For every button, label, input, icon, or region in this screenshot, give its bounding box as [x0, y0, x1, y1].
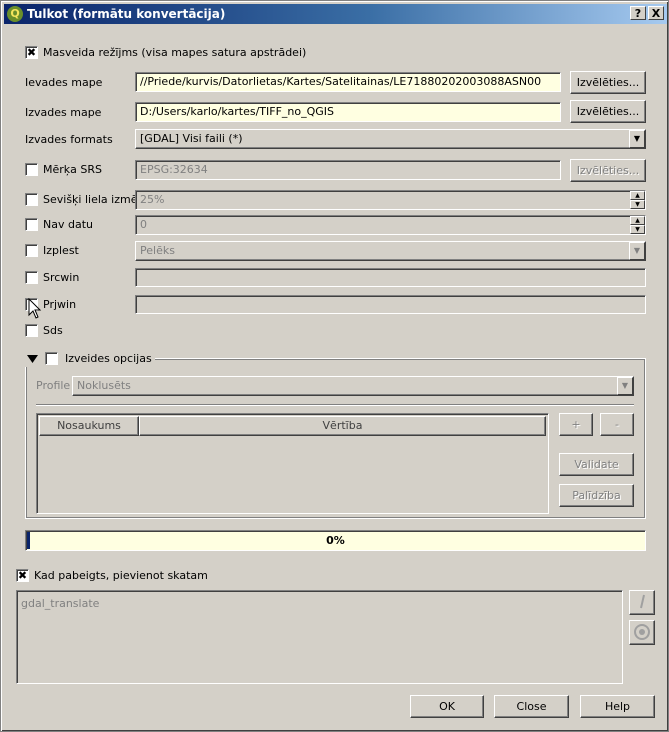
- resize-label: Sevišķi liela izmēr: [43, 193, 142, 206]
- target-srs-label: Mērķa SRS: [43, 163, 102, 176]
- close-title-button[interactable]: X: [648, 6, 664, 20]
- output-dir-label: Izvades mape: [25, 106, 102, 119]
- reset-command-button[interactable]: [629, 620, 655, 645]
- target-srs-browse-button[interactable]: Izvēlēties...: [570, 159, 646, 182]
- title-bar[interactable]: Q Tulkot (formātu konvertācija) ? X: [4, 4, 667, 24]
- load-into-canvas-checkbox[interactable]: ✖: [16, 569, 29, 582]
- target-srs-checkbox[interactable]: [25, 163, 38, 176]
- add-option-button[interactable]: +: [559, 413, 593, 436]
- nodata-checkbox[interactable]: [25, 218, 38, 231]
- progress-text: 0%: [326, 534, 345, 547]
- reset-icon: [634, 624, 650, 640]
- nodata-spinbox[interactable]: 0: [135, 215, 646, 235]
- output-format-value: [GDAL] Visi faili (*): [140, 132, 243, 145]
- pencil-icon: [640, 594, 645, 609]
- progress-bar: 0%: [25, 530, 646, 551]
- command-text: gdal_translate: [21, 597, 100, 610]
- profile-value: Noklusēts: [77, 379, 131, 392]
- expand-value: Pelēks: [140, 244, 175, 257]
- target-srs-field[interactable]: EPSG:32634: [135, 160, 561, 180]
- chevron-down-icon[interactable]: ▼: [629, 130, 645, 148]
- srcwin-field[interactable]: [135, 268, 646, 287]
- batch-mode-checkbox[interactable]: ✖: [25, 46, 38, 59]
- input-dir-label: Ievades mape: [25, 76, 103, 89]
- output-format-label: Izvades formats: [25, 133, 113, 146]
- chevron-down-icon[interactable]: ▼: [617, 377, 633, 395]
- options-table[interactable]: Nosaukums Vērtība: [36, 413, 549, 514]
- expand-select[interactable]: Pelēks: [135, 241, 646, 261]
- mouse-cursor-icon: [28, 298, 42, 319]
- prjwin-label: Prjwin: [43, 298, 77, 311]
- output-dir-browse-button[interactable]: Izvēlēties...: [570, 100, 646, 123]
- output-dir-field[interactable]: D:/Users/karlo/kartes/TIFF_no_QGIS: [135, 102, 561, 122]
- sds-label: Sds: [43, 324, 63, 337]
- command-textbox[interactable]: gdal_translate: [16, 590, 623, 684]
- resize-spinbox[interactable]: 25%: [135, 190, 646, 210]
- window-title: Tulkot (formātu konvertācija): [27, 7, 226, 21]
- prjwin-field[interactable]: [135, 295, 646, 314]
- creation-options-checkbox[interactable]: [45, 352, 58, 365]
- resize-checkbox[interactable]: [25, 193, 38, 206]
- sds-checkbox[interactable]: [25, 324, 38, 337]
- spin-down-icon[interactable]: ▼: [630, 200, 645, 209]
- input-dir-browse-button[interactable]: Izvēlēties...: [570, 71, 646, 94]
- remove-option-button[interactable]: -: [600, 413, 634, 436]
- creation-options-label: Izveides opcijas: [65, 352, 152, 365]
- qgis-logo-icon: Q: [7, 6, 23, 22]
- spin-up-icon[interactable]: ▲: [630, 191, 645, 200]
- column-header-name[interactable]: Nosaukums: [39, 416, 139, 436]
- divider: [36, 404, 634, 405]
- load-into-canvas-label: Kad pabeigts, pievienot skatam: [34, 569, 208, 582]
- ok-button[interactable]: OK: [410, 695, 484, 718]
- input-dir-field[interactable]: //Priede/kurvis/Datorlietas/Kartes/Satel…: [135, 72, 561, 92]
- spin-down-icon[interactable]: ▼: [630, 225, 645, 234]
- column-header-value[interactable]: Vērtība: [139, 416, 546, 436]
- srcwin-label: Srcwin: [43, 271, 80, 284]
- expand-checkbox[interactable]: [25, 244, 38, 257]
- edit-command-button[interactable]: [629, 590, 655, 615]
- validate-button[interactable]: Validate: [559, 453, 634, 476]
- srcwin-checkbox[interactable]: [25, 271, 38, 284]
- spin-up-icon[interactable]: ▲: [630, 216, 645, 225]
- chevron-down-icon[interactable]: ▼: [629, 242, 645, 260]
- options-help-button[interactable]: Palīdzība: [559, 484, 634, 507]
- output-format-select[interactable]: [GDAL] Visi faili (*): [135, 129, 646, 149]
- collapse-triangle-icon[interactable]: [27, 355, 38, 363]
- expand-label: Izplest: [43, 244, 79, 257]
- profile-label: Profile: [36, 379, 71, 392]
- help-title-button[interactable]: ?: [630, 6, 646, 20]
- nodata-label: Nav datu: [43, 218, 93, 231]
- close-button[interactable]: Close: [494, 695, 569, 718]
- help-button[interactable]: Help: [580, 695, 655, 718]
- profile-select[interactable]: Noklusēts: [72, 376, 634, 396]
- dialog-window: Q Tulkot (formātu konvertācija) ? X ✖ Ma…: [0, 0, 669, 732]
- batch-mode-label: Masveida režījms (visa mapes satura apst…: [43, 46, 307, 59]
